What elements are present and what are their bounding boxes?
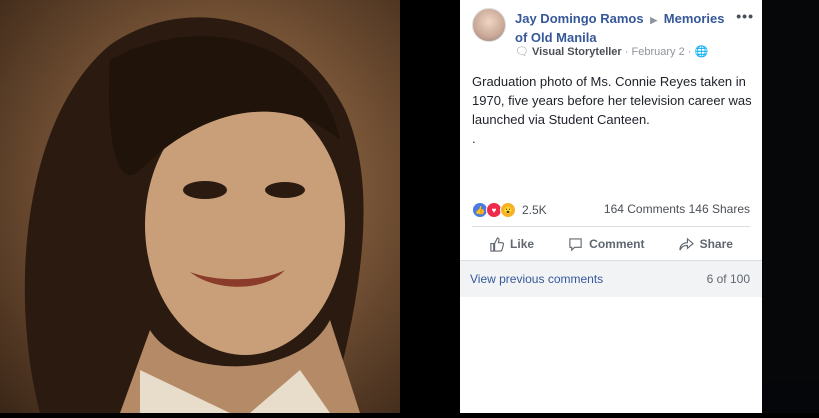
author-name[interactable]: Jay Domingo Ramos — [515, 11, 644, 26]
overlay — [762, 0, 819, 413]
comment-count-indicator: 6 of 100 — [706, 272, 750, 286]
comment-icon — [569, 237, 582, 251]
comments-bar: View previous comments 6 of 100 — [460, 260, 762, 297]
post-text: Graduation photo of Ms. Connie Reyes tak… — [472, 72, 754, 148]
comments-count[interactable]: 164 Comments — [604, 202, 685, 216]
comments-shares: 164 Comments 146 Shares — [604, 202, 750, 216]
like-button[interactable]: Like — [489, 236, 535, 252]
shares-count[interactable]: 146 Shares — [689, 202, 750, 216]
right-sidebar-dimmed — [762, 0, 819, 413]
member-badge[interactable]: Visual Storyteller — [532, 46, 622, 58]
post-stats: 👍 ♥ 😮 2.5K 164 Comments 146 Shares — [472, 202, 750, 220]
wow-reaction-icon: 😮 — [500, 202, 516, 218]
divider — [472, 226, 750, 227]
post-body: Graduation photo of Ms. Connie Reyes tak… — [472, 74, 752, 127]
reaction-count: 2.5K — [522, 203, 547, 217]
globe-icon: 🌐 — [694, 46, 709, 58]
post-trailing-dot: . — [472, 131, 476, 146]
speech-bubble-icon: 🗨 — [515, 46, 529, 58]
post-meta: 🗨 Visual Storyteller · February 2 · 🌐 — [515, 45, 708, 58]
post-actions: Like Comment Share — [472, 233, 750, 255]
avatar[interactable] — [472, 8, 506, 42]
post-photo[interactable] — [0, 0, 400, 413]
thumbs-up-icon — [490, 236, 505, 252]
comment-label: Comment — [589, 237, 645, 251]
meta-separator: · — [624, 46, 632, 58]
author-line: Jay Domingo Ramos ▶ Memories of Old Mani… — [515, 10, 730, 46]
post-card: Jay Domingo Ramos ▶ Memories of Old Mani… — [460, 0, 762, 413]
post-date[interactable]: February 2 — [632, 46, 685, 58]
reactions-summary[interactable]: 👍 ♥ 😮 2.5K — [472, 202, 547, 218]
like-label: Like — [510, 237, 535, 251]
meta-separator: · — [687, 46, 695, 58]
view-previous-comments-link[interactable]: View previous comments — [470, 272, 603, 286]
share-button[interactable]: Share — [678, 237, 733, 252]
photo-viewer — [0, 0, 400, 413]
caret-right-icon: ▶ — [650, 15, 658, 25]
share-icon — [678, 237, 694, 250]
more-options-icon[interactable]: ••• — [736, 8, 754, 24]
portrait-illustration — [24, 17, 364, 413]
comment-button[interactable]: Comment — [568, 237, 645, 252]
share-label: Share — [699, 237, 733, 251]
